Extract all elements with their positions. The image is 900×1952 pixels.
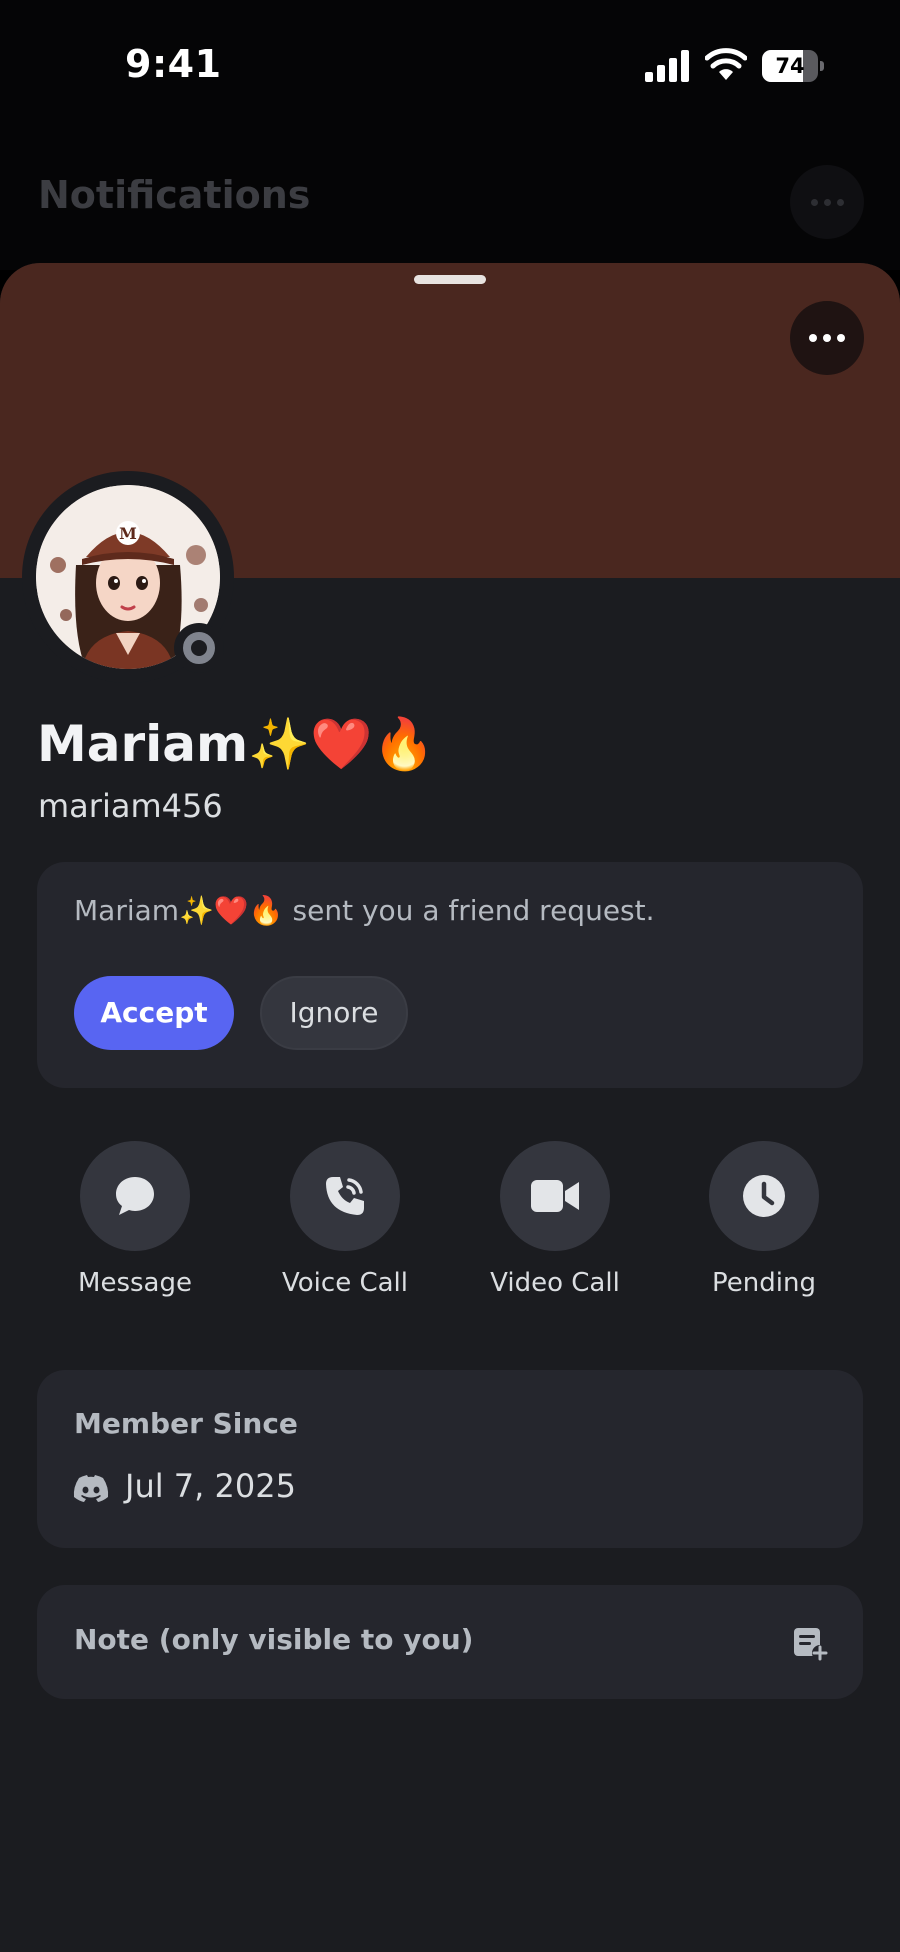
video-call-button[interactable]: [500, 1141, 610, 1251]
note-field[interactable]: Note (only visible to you): [37, 1585, 863, 1699]
message-button[interactable]: [80, 1141, 190, 1251]
cellular-signal-icon: [645, 50, 689, 82]
status-bar: 9:41 74: [0, 0, 900, 130]
wifi-icon: [705, 48, 747, 80]
note-placeholder: Note (only visible to you): [74, 1623, 474, 1656]
add-note-icon: [794, 1628, 828, 1661]
accept-button[interactable]: Accept: [74, 976, 234, 1050]
pending-clock-icon: [743, 1175, 785, 1217]
ignore-button[interactable]: Ignore: [260, 976, 408, 1050]
battery-icon: 74: [762, 50, 824, 82]
member-since-date: Jul 7, 2025: [125, 1467, 296, 1505]
video-call-icon: [531, 1180, 579, 1212]
friend-request-message: Mariam✨❤️🔥 sent you a friend request.: [74, 894, 655, 927]
profile-sheet: M Mariam✨❤️🔥 mariam456 Mariam✨❤️🔥 sent y…: [0, 263, 900, 1952]
profile-actions: Message Voice Call Video Call Pending: [0, 1141, 900, 1311]
pending-label: Pending: [712, 1268, 816, 1298]
voice-call-icon: [326, 1177, 364, 1215]
voice-call-label: Voice Call: [282, 1268, 408, 1298]
message-icon: [116, 1177, 154, 1215]
svg-text:M: M: [119, 524, 137, 543]
background-page-header: Notifications: [0, 130, 900, 270]
friend-request-card: Mariam✨❤️🔥 sent you a friend request. Ac…: [37, 862, 863, 1088]
battery-level: 74: [775, 54, 805, 78]
more-dots-icon: [809, 334, 817, 342]
status-indicator: [174, 623, 224, 673]
background-page-title: Notifications: [38, 173, 311, 217]
sheet-grabber[interactable]: [414, 275, 486, 284]
pending-button[interactable]: [709, 1141, 819, 1251]
voice-call-button[interactable]: [290, 1141, 400, 1251]
member-since-title: Member Since: [74, 1407, 298, 1440]
background-more-button[interactable]: [790, 165, 864, 239]
avatar-container[interactable]: M: [22, 471, 234, 683]
display-name: Mariam✨❤️🔥: [37, 715, 435, 773]
more-options-button[interactable]: [790, 301, 864, 375]
member-since-card: Member Since Jul 7, 2025: [37, 1370, 863, 1548]
username: mariam456: [38, 787, 223, 825]
message-label: Message: [78, 1268, 192, 1298]
status-time: 9:41: [125, 42, 222, 86]
discord-logo-icon: [73, 1475, 109, 1502]
offline-status-icon: [183, 632, 215, 664]
more-dots-icon: [790, 165, 864, 239]
video-call-label: Video Call: [490, 1268, 620, 1298]
